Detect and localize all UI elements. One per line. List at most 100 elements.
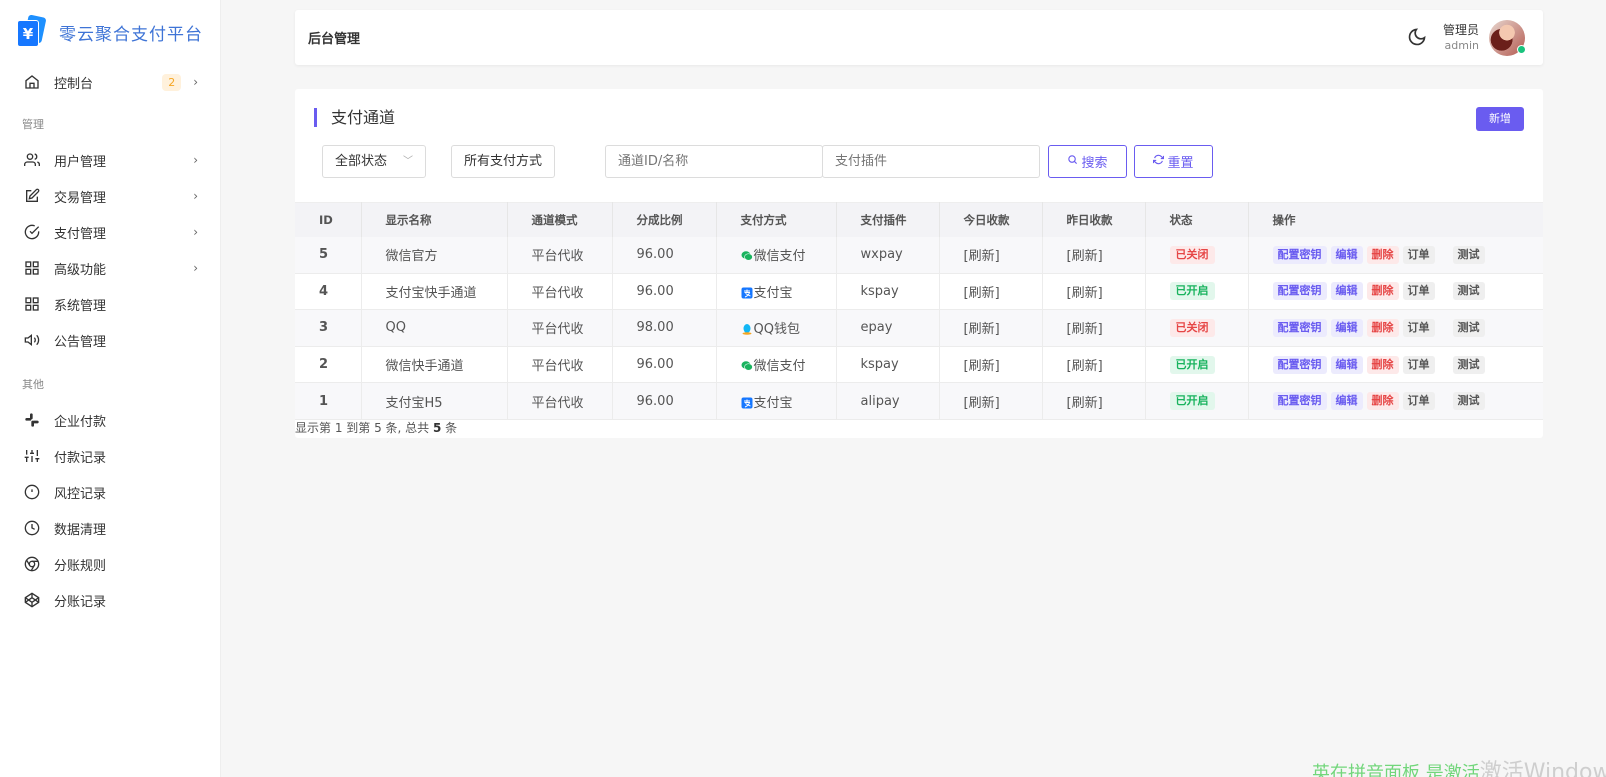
status-select[interactable]: 全部状态 ﹀ — [322, 145, 426, 178]
moon-icon[interactable] — [1407, 27, 1429, 49]
config-key-button[interactable]: 配置密钥 — [1272, 355, 1327, 374]
status-badge[interactable]: 已关闭 — [1169, 318, 1215, 337]
cell-yesterday[interactable]: [刷新] — [1042, 309, 1146, 347]
cell-plugin: kspay — [836, 346, 940, 384]
plugin-search-input[interactable] — [822, 145, 1040, 178]
order-button[interactable]: 订单 — [1402, 245, 1435, 264]
test-button[interactable]: 测试 — [1452, 282, 1485, 301]
sidebar-item-trades[interactable]: 交易管理 › — [0, 178, 220, 214]
sidebar-item-split-rules[interactable]: 分账规则 — [0, 546, 220, 582]
table-row: 3 QQ 平台代收 98.00 QQ钱包 epay [刷新] [刷新] 已关闭 配置密钥 编辑 删除订… — [295, 309, 1543, 347]
config-key-button[interactable]: 配置密钥 — [1272, 245, 1327, 264]
order-button[interactable]: 订单 — [1402, 282, 1435, 301]
test-button[interactable]: 测试 — [1452, 355, 1485, 374]
cell-today[interactable]: [刷新] — [939, 309, 1043, 347]
cell-today[interactable]: [刷新] — [939, 273, 1043, 311]
chevron-right-icon: › — [193, 225, 198, 239]
sidebar: ¥ 零云聚合支付平台 控制台 2 › 管理 用户管理 › 交易管理 › 支付管理… — [0, 0, 221, 777]
brand[interactable]: ¥ 零云聚合支付平台 — [0, 0, 220, 64]
cell-actions: 配置密钥 编辑 删除 订单 测试 — [1248, 346, 1543, 384]
sidebar-item-pay-records[interactable]: 付款记录 — [0, 438, 220, 474]
cell-method: 微信支付 — [716, 346, 837, 384]
cell-rate: 96.00 — [612, 273, 717, 311]
edit-button[interactable]: 编辑 — [1330, 318, 1363, 337]
edit-button[interactable]: 编辑 — [1330, 355, 1363, 374]
qq-icon — [741, 322, 754, 337]
config-key-button[interactable]: 配置密钥 — [1272, 392, 1327, 411]
cell-yesterday[interactable]: [刷新] — [1042, 346, 1146, 384]
sidebar-item-enterprise-pay[interactable]: 企业付款 — [0, 402, 220, 438]
cell-rate: 96.00 — [612, 382, 717, 420]
search-button[interactable]: 搜索 — [1048, 145, 1127, 178]
cell-name: 支付宝H5 — [361, 382, 508, 420]
card-title: 支付通道 — [314, 108, 395, 127]
watermark-green-text: 英在拼音面板 是激活 — [1312, 763, 1480, 777]
chevron-right-icon: › — [193, 261, 198, 275]
cell-mode: 平台代收 — [507, 346, 613, 384]
cell-id: 4 — [295, 273, 362, 311]
status-badge[interactable]: 已开启 — [1169, 355, 1215, 374]
cell-id: 5 — [295, 236, 362, 274]
user-name: admin — [1444, 38, 1479, 52]
edit-button[interactable]: 编辑 — [1330, 282, 1363, 301]
chevron-down-icon: ﹀ — [403, 156, 413, 167]
method-select[interactable]: 所有支付方式 — [451, 145, 555, 178]
status-badge[interactable]: 已关闭 — [1169, 245, 1215, 264]
cell-yesterday[interactable]: [刷新] — [1042, 236, 1146, 274]
delete-button[interactable]: 删除 — [1366, 245, 1399, 264]
order-button[interactable]: 订单 — [1402, 355, 1435, 374]
sidebar-item-payments[interactable]: 支付管理 › — [0, 214, 220, 250]
edit-button[interactable]: 编辑 — [1330, 392, 1363, 411]
config-key-button[interactable]: 配置密钥 — [1272, 282, 1327, 301]
method-select-value: 所有支付方式 — [464, 154, 543, 169]
cell-today[interactable]: [刷新] — [939, 346, 1043, 384]
delete-button[interactable]: 删除 — [1366, 282, 1399, 301]
edit-button[interactable]: 编辑 — [1330, 245, 1363, 264]
sidebar-item-label: 高级功能 — [54, 262, 107, 278]
cell-actions: 配置密钥 编辑 删除 订单 测试 — [1248, 273, 1543, 311]
status-badge[interactable]: 已开启 — [1169, 282, 1215, 301]
channel-search-input[interactable] — [605, 145, 823, 178]
delete-button[interactable]: 删除 — [1366, 318, 1399, 337]
cell-method-label: 微信支付 — [753, 249, 806, 265]
cell-id: 2 — [295, 346, 362, 384]
sidebar-item-risk-records[interactable]: 风控记录 — [0, 474, 220, 510]
cell-today[interactable]: [刷新] — [939, 236, 1043, 274]
sidebar-item-system[interactable]: 系统管理 — [0, 286, 220, 322]
sidebar-item-split-records[interactable]: 分账记录 — [0, 582, 220, 618]
test-button[interactable]: 测试 — [1452, 318, 1485, 337]
sidebar-item-label: 公告管理 — [54, 334, 107, 350]
cell-plugin: epay — [836, 309, 940, 347]
sidebar-item-advanced[interactable]: 高级功能 › — [0, 250, 220, 286]
user-info[interactable]: 管理员 admin — [1443, 23, 1479, 53]
cell-method-label: 支付宝 — [753, 395, 793, 411]
notification-badge: 2 — [162, 73, 182, 91]
alert-circle-icon — [22, 482, 42, 502]
sidebar-item-dashboard[interactable]: 控制台 2 › — [0, 64, 220, 100]
sidebar-item-users[interactable]: 用户管理 › — [0, 142, 220, 178]
check-circle-icon — [22, 222, 42, 242]
sidebar-item-notices[interactable]: 公告管理 — [0, 322, 220, 358]
cell-id: 3 — [295, 309, 362, 347]
cell-status: 已关闭 — [1145, 236, 1249, 274]
cell-yesterday[interactable]: [刷新] — [1042, 273, 1146, 311]
order-button[interactable]: 订单 — [1402, 318, 1435, 337]
config-key-button[interactable]: 配置密钥 — [1272, 318, 1327, 337]
test-button[interactable]: 测试 — [1452, 392, 1485, 411]
search-icon — [1067, 154, 1078, 169]
reset-button[interactable]: 重置 — [1134, 145, 1213, 178]
add-channel-button[interactable]: 新增 — [1476, 107, 1524, 131]
order-button[interactable]: 订单 — [1402, 392, 1435, 411]
test-button[interactable]: 测试 — [1452, 245, 1485, 264]
status-badge[interactable]: 已开启 — [1169, 392, 1215, 411]
cell-today[interactable]: [刷新] — [939, 382, 1043, 420]
delete-button[interactable]: 删除 — [1366, 355, 1399, 374]
cell-rate: 98.00 — [612, 309, 717, 347]
nav-group-other: 其他 — [22, 378, 44, 391]
delete-button[interactable]: 删除 — [1366, 392, 1399, 411]
cell-yesterday[interactable]: [刷新] — [1042, 382, 1146, 420]
avatar[interactable] — [1489, 19, 1526, 56]
cell-mode: 平台代收 — [507, 236, 613, 274]
sidebar-item-data-cleanup[interactable]: 数据清理 — [0, 510, 220, 546]
activation-watermark: 英在拼音面板 是激活激活Windows — [1312, 754, 1606, 777]
